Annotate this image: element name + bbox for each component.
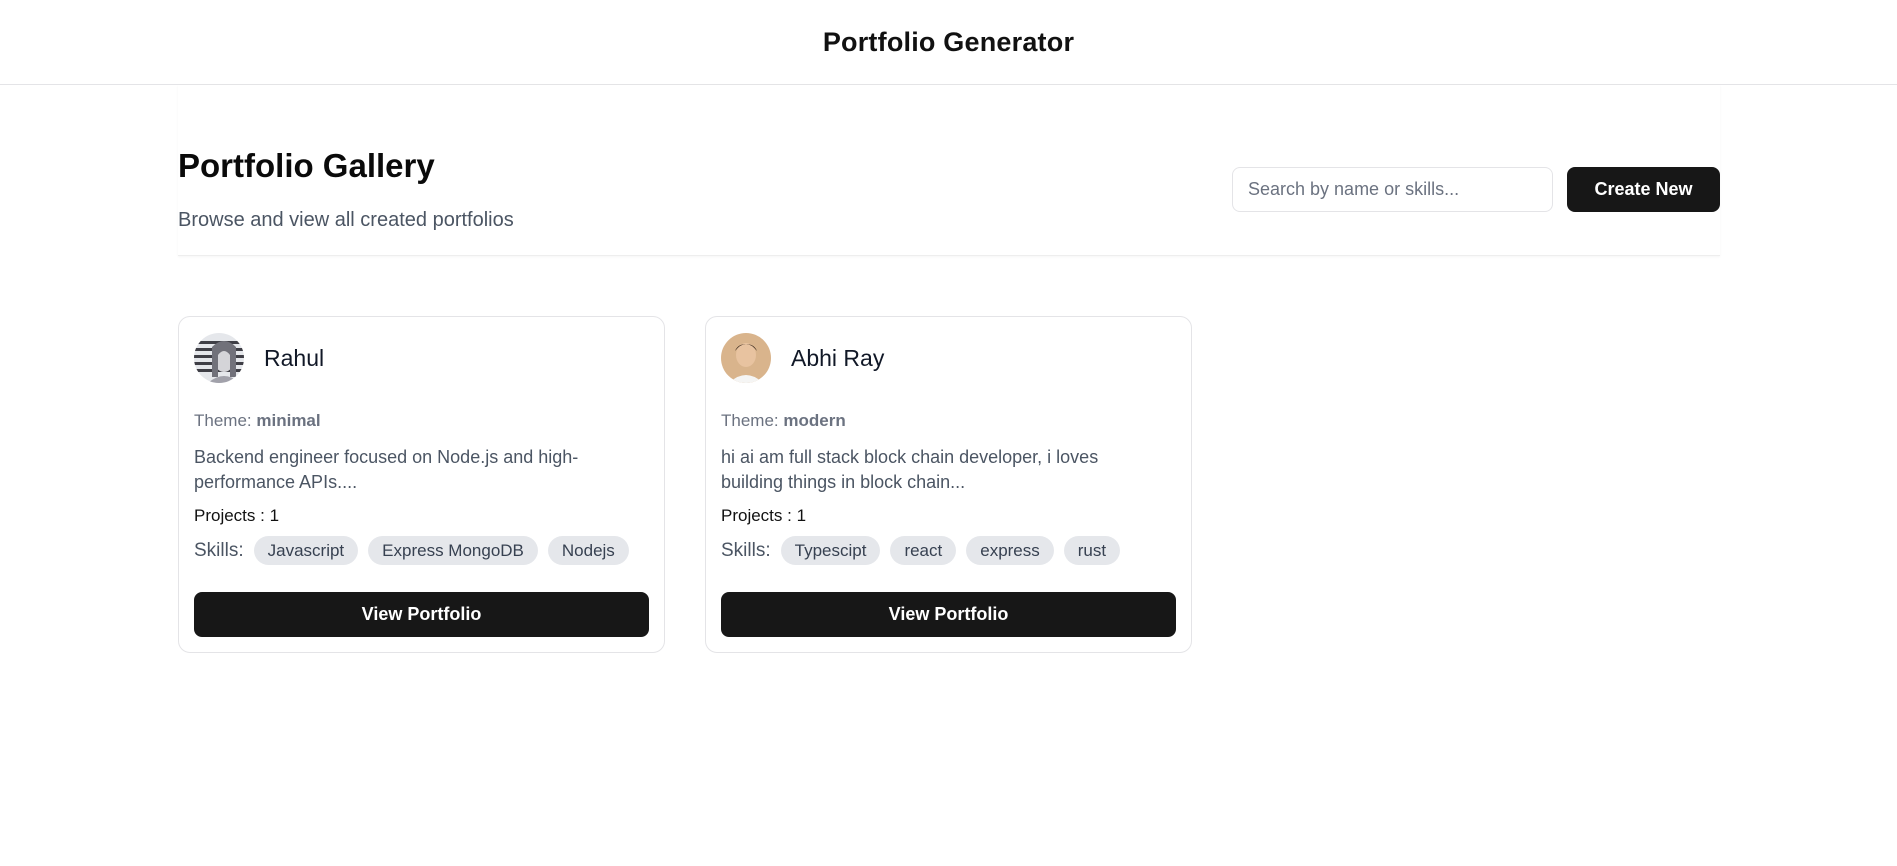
theme-label: Theme: [194,411,252,430]
skill-tag: react [890,536,957,565]
skill-tag: rust [1063,536,1121,565]
skills-row: Skills: Typescipt react express rust [721,536,1176,565]
view-portfolio-button[interactable]: View Portfolio [721,592,1176,637]
theme-value: modern [783,411,846,430]
avatar [194,333,244,383]
page-subtitle: Browse and view all created portfolios [178,209,514,231]
card-name: Rahul [264,344,325,371]
skill-tag: Nodejs [547,536,629,565]
skills-row: Skills: Javascript Express MongoDB Nodej… [194,536,649,565]
skills-label: Skills: [721,539,771,561]
portfolio-card: Rahul Theme: minimal Backend engineer fo… [178,316,665,653]
portfolio-card: Abhi Ray Theme: modern hi ai am full sta… [705,316,1192,653]
theme-value: minimal [256,411,321,430]
skill-tag: Express MongoDB [368,536,538,565]
skill-tag: express [966,536,1054,565]
skill-tag: Javascript [253,536,359,565]
create-new-button[interactable]: Create New [1567,167,1720,212]
skills-label: Skills: [194,539,244,561]
avatar [721,333,771,383]
top-bar: Portfolio Generator [0,0,1897,85]
theme-line: Theme: modern [721,411,1176,431]
theme-line: Theme: minimal [194,411,649,431]
app-title: Portfolio Generator [822,26,1075,57]
card-description: Backend engineer focused on Node.js and … [194,447,579,492]
card-header: Abhi Ray [721,332,1176,384]
card-name: Abhi Ray [791,344,885,371]
skill-tag: Typescipt [780,536,881,565]
portfolio-card-list: Rahul Theme: minimal Backend engineer fo… [178,316,1720,653]
card-description: hi ai am full stack block chain develope… [721,447,1099,492]
projects-count: Projects : 1 [194,506,280,525]
main-content: Portfolio Gallery Browse and view all cr… [178,85,1720,653]
search-input[interactable] [1232,167,1553,212]
view-portfolio-button[interactable]: View Portfolio [194,592,649,637]
card-header: Rahul [194,332,649,384]
theme-label: Theme: [721,411,779,430]
page-title: Portfolio Gallery [178,147,435,184]
projects-count: Projects : 1 [721,506,807,525]
gallery-header: Portfolio Gallery Browse and view all cr… [178,85,1720,256]
